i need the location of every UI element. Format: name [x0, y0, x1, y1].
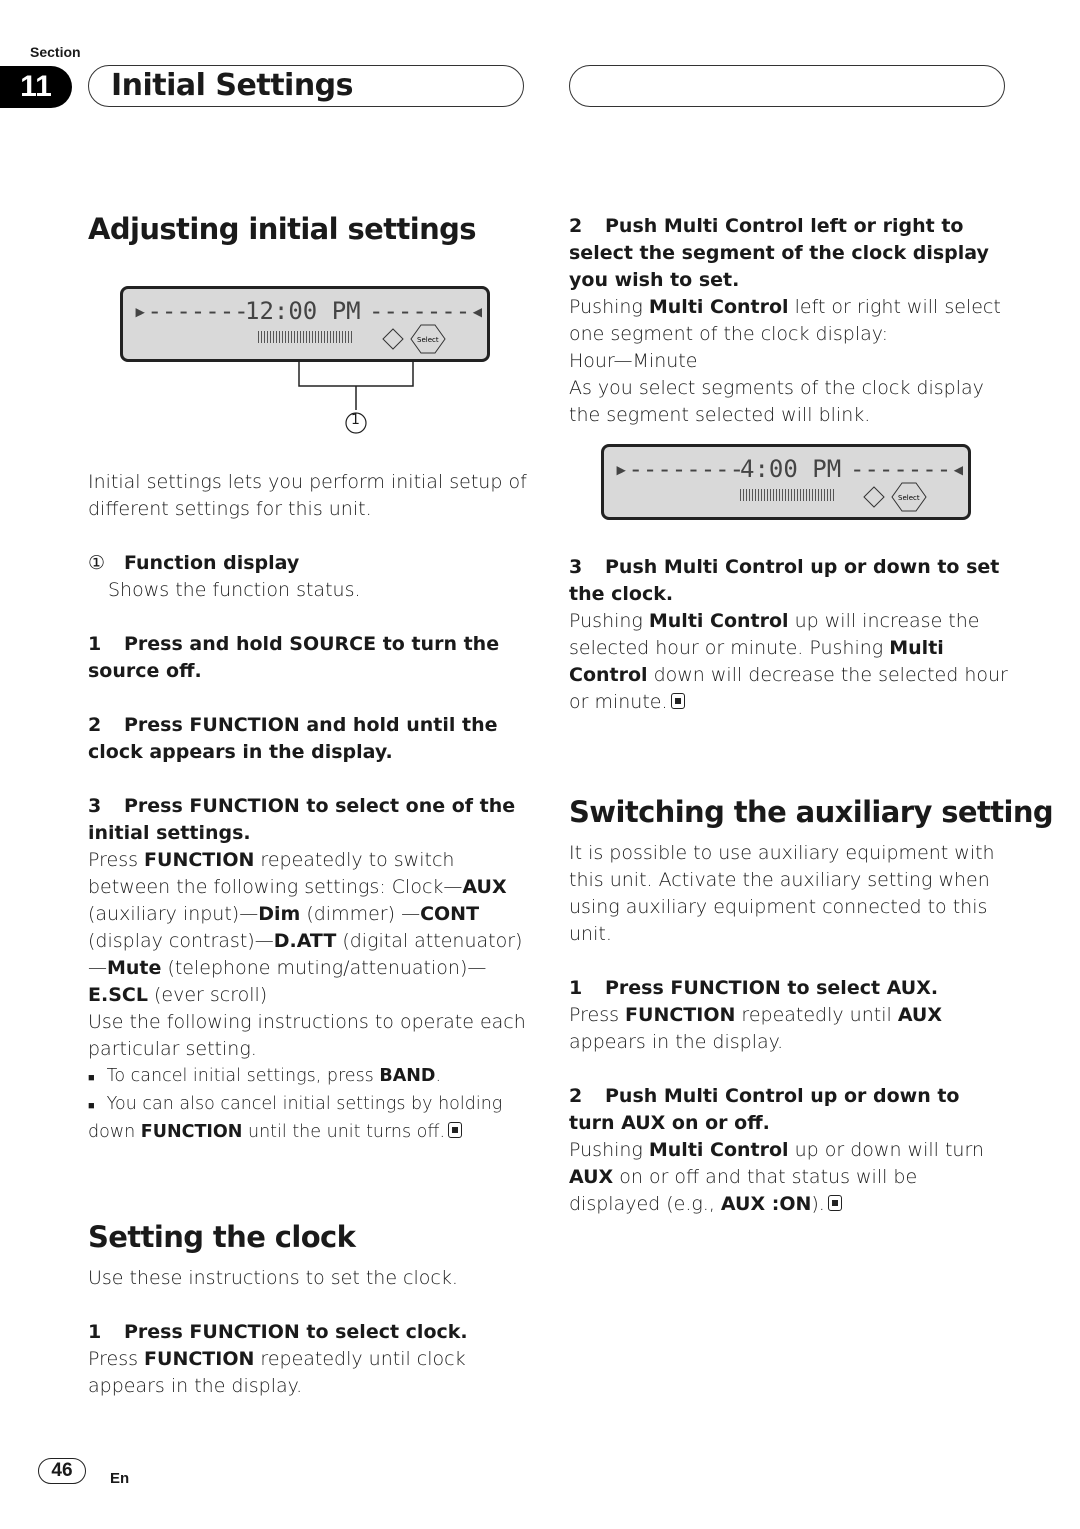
intro-text: Initial settings lets you perform initia…: [88, 471, 527, 520]
level-meter: [258, 331, 354, 343]
section-title: Initial Settings: [111, 68, 354, 103]
clock-step-1-body: Press FUNCTION repeatedly until clock ap…: [88, 1348, 466, 1397]
clock-intro: Use these instructions to set the clock.: [88, 1267, 458, 1289]
right-column-top: 2 Push Multi Control left or right to sel…: [569, 213, 1009, 429]
svg-text:Select: Select: [898, 494, 920, 502]
note-cancel-function: ■ You can also cancel initial settings by…: [88, 1094, 503, 1142]
note-cancel-band: ■ To cancel initial settings, press BAND.: [88, 1066, 442, 1086]
right-step-3-body: Pushing Multi Control up will increase t…: [569, 610, 1008, 713]
heading-switching-auxiliary: Switching the auxiliary setting: [569, 795, 1054, 829]
right-column-step3: 3 Push Multi Control up or down to set th…: [569, 554, 1009, 716]
aux-step-1-body: Press FUNCTION repeatedly until AUX appe…: [569, 1004, 943, 1053]
step-3: 3 Press FUNCTION to select one of the ini…: [88, 795, 516, 844]
language-label: En: [110, 1470, 130, 1487]
display-clock-text: 12:00 PM: [245, 297, 361, 325]
step-1: 1 Press and hold SOURCE to turn the sourc…: [88, 633, 500, 682]
segment-sequence: Hour—Minute: [569, 350, 698, 372]
aux-intro: It is possible to use auxiliary equipmen…: [569, 842, 995, 945]
function-display-illustration: ▸‐‐‐‐‐‐‐ 12:00 PM ‐‐‐‐‐‐‐◂ Select: [120, 286, 490, 362]
left-column: Initial settings lets you perform initia…: [88, 469, 528, 1146]
blink-note: As you select segments of the clock disp…: [569, 377, 984, 426]
use-instructions: Use the following instructions to operat…: [88, 1011, 526, 1060]
page-number: 46: [38, 1458, 86, 1484]
multi-control-icon: Select: [863, 482, 927, 512]
heading-adjusting-initial-settings: Adjusting initial settings: [88, 212, 477, 246]
display-dashes-left: ▸‐‐‐‐‐‐‐‐: [614, 455, 745, 483]
multi-control-icon: Select: [382, 324, 446, 354]
aux-step-2: 2 Push Multi Control up or down to turn A…: [569, 1085, 960, 1134]
section-number: 11: [0, 66, 72, 108]
right-step-2: 2 Push Multi Control left or right to sel…: [569, 215, 989, 291]
level-meter: [740, 489, 836, 501]
right-step-3: 3 Push Multi Control up or down to set th…: [569, 556, 1000, 605]
section-label: Section: [30, 44, 81, 60]
end-mark-icon: [670, 693, 685, 709]
display-dashes-left: ▸‐‐‐‐‐‐‐: [133, 297, 249, 325]
display-clock-text: 4:00 PM: [740, 455, 842, 483]
aux-section: It is possible to use auxiliary equipmen…: [569, 840, 1009, 1218]
heading-setting-the-clock: Setting the clock: [88, 1220, 356, 1254]
end-mark-icon: [827, 1195, 842, 1211]
step-3-body: Press FUNCTION repeatedly to switch betw…: [88, 849, 523, 1006]
callout-title: ① Function display: [88, 552, 300, 574]
aux-step-1: 1 Press FUNCTION to select AUX.: [569, 977, 939, 999]
clock-display-illustration: ▸‐‐‐‐‐‐‐‐ 4:00 PM ‐‐‐‐‐‐‐◂ Select: [601, 444, 971, 520]
aux-step-2-body: Pushing Multi Control up or down will tu…: [569, 1139, 984, 1215]
callout-number: 1: [351, 412, 360, 428]
svg-text:Select: Select: [417, 336, 439, 344]
section-title-box: Initial Settings: [88, 65, 524, 107]
empty-title-box: [569, 65, 1005, 107]
clock-section: Use these instructions to set the clock.…: [88, 1265, 528, 1400]
callout-desc: Shows the function status.: [108, 579, 361, 601]
clock-step-1: 1 Press FUNCTION to select clock.: [88, 1321, 468, 1343]
end-mark-icon: [448, 1122, 463, 1138]
right-step-2-body: Pushing Multi Control left or right will…: [569, 296, 1001, 345]
step-2: 2 Press FUNCTION and hold until the clock…: [88, 714, 498, 763]
